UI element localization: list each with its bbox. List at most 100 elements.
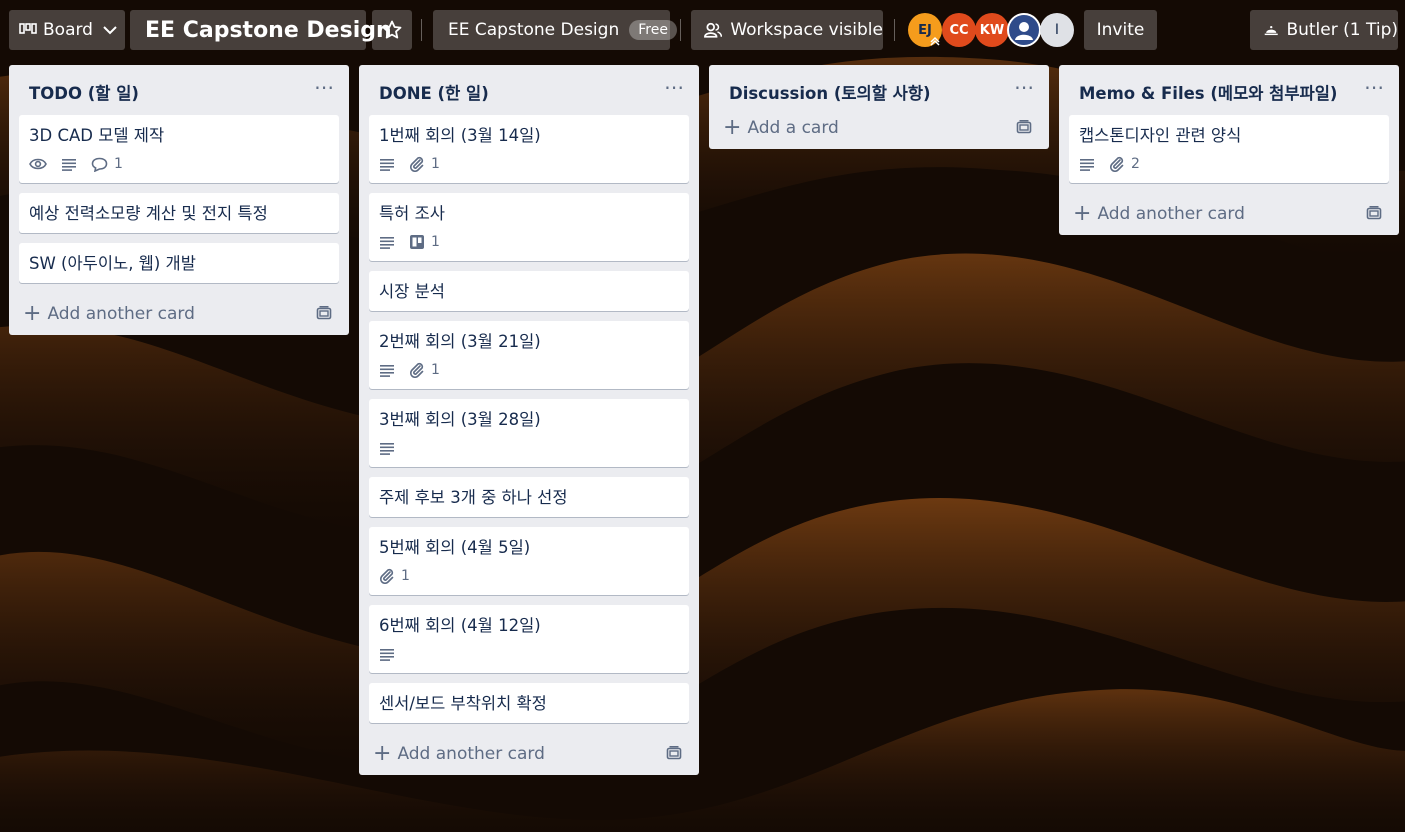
description-icon [379, 157, 395, 171]
more-icon[interactable]: ⋯ [314, 75, 335, 99]
list-title[interactable]: TODO (할 일) [29, 80, 139, 104]
card-badges: 2 [1079, 153, 1379, 175]
people-icon [704, 22, 723, 38]
card-badges: 1 [29, 153, 329, 175]
card-title: 센서/보드 부착위치 확정 [379, 694, 547, 713]
card[interactable]: 6번째 회의 (4월 12일) [369, 605, 689, 673]
invite-button[interactable]: Invite [1084, 10, 1157, 50]
card-title: 1번째 회의 (3월 14일) [379, 126, 541, 145]
card-badges: 1 [379, 565, 679, 587]
list: Memo & Files (메모와 첨부파일) ⋯ 캡스톤디자인 관련 양식 2 + Ad… [1059, 65, 1399, 235]
more-icon[interactable]: ⋯ [1014, 75, 1035, 99]
card[interactable]: 5번째 회의 (4월 5일) 1 [369, 527, 689, 595]
attachment-badge: 1 [409, 156, 440, 172]
list: DONE (한 일) ⋯ 1번째 회의 (3월 14일) 1 특허 조사 1 시장 분석 2번… [359, 65, 699, 775]
badge-count: 2 [1131, 156, 1140, 172]
badge-count: 1 [401, 568, 410, 584]
list-header[interactable]: TODO (할 일) ⋯ [9, 65, 349, 115]
star-icon [382, 20, 402, 39]
list-header[interactable]: DONE (한 일) ⋯ [359, 65, 699, 115]
trello-card-icon [409, 234, 425, 250]
add-card-button[interactable]: + Add another card [1059, 193, 1399, 235]
badge-count: 1 [431, 234, 440, 250]
add-card-button[interactable]: + Add a card [709, 107, 1049, 149]
card-template-icon[interactable] [665, 745, 683, 766]
list-title[interactable]: Discussion (토의할 사항) [729, 80, 931, 104]
member-avatar[interactable]: I [1040, 13, 1074, 47]
card[interactable]: 캡스톤디자인 관련 양식 2 [1069, 115, 1389, 183]
divider [421, 19, 422, 41]
member-avatar[interactable]: EJ [908, 13, 942, 47]
list: TODO (할 일) ⋯ 3D CAD 모델 제작 1 예상 전력소모량 계산 및 전지… [9, 65, 349, 335]
description-badge [1079, 157, 1095, 171]
board-title[interactable]: EE Capstone Design [130, 10, 392, 50]
badge-count: 1 [114, 156, 123, 172]
more-icon[interactable]: ⋯ [664, 75, 685, 99]
description-badge [379, 647, 395, 661]
description-icon [379, 647, 395, 661]
card[interactable]: 주제 후보 3개 중 하나 선정 [369, 477, 689, 517]
card[interactable]: 시장 분석 [369, 271, 689, 311]
board-view-label: Board [43, 20, 93, 40]
card-title: 시장 분석 [379, 282, 445, 301]
attachment-badge: 2 [1109, 156, 1140, 172]
badge-count: 1 [431, 362, 440, 378]
visibility-label: Workspace visible [730, 20, 883, 40]
card-title: 3D CAD 모델 제작 [29, 126, 165, 145]
divider [894, 19, 895, 41]
card-template-icon[interactable] [315, 305, 333, 326]
card-title: 5번째 회의 (4월 5일) [379, 538, 531, 557]
card-list: 1번째 회의 (3월 14일) 1 특허 조사 1 시장 분석 2번째 회의 (3월 21… [359, 115, 699, 723]
card[interactable]: 예상 전력소모량 계산 및 전지 특정 [19, 193, 339, 233]
card-template-icon[interactable] [1365, 205, 1383, 226]
list-title[interactable]: Memo & Files (메모와 첨부파일) [1079, 80, 1337, 104]
more-icon[interactable]: ⋯ [1364, 75, 1385, 99]
member-avatar[interactable]: KW [975, 13, 1009, 47]
workspace-button[interactable]: EE Capstone Design Free [433, 10, 677, 50]
card[interactable]: 1번째 회의 (3월 14일) 1 [369, 115, 689, 183]
visibility-button[interactable]: Workspace visible [691, 10, 883, 50]
attachment-icon [379, 568, 395, 584]
card[interactable]: 3번째 회의 (3월 28일) [369, 399, 689, 467]
board-view-switcher[interactable]: Board [9, 10, 125, 50]
card-title: 캡스톤디자인 관련 양식 [1079, 126, 1242, 145]
member-avatar[interactable]: CC [942, 13, 976, 47]
card-list: 캡스톤디자인 관련 양식 2 [1059, 115, 1399, 183]
card[interactable]: 특허 조사 1 [369, 193, 689, 261]
add-card-label: Add another card [397, 744, 545, 764]
description-icon [379, 235, 395, 249]
card-template-icon[interactable] [1015, 119, 1033, 140]
star-button[interactable] [372, 10, 412, 50]
card-badges [379, 643, 679, 665]
member-avatar[interactable] [1007, 13, 1041, 47]
attachment-badge: 1 [409, 362, 440, 378]
attachment-badge: 1 [379, 568, 410, 584]
add-card-label: Add a card [747, 118, 839, 138]
card[interactable]: 센서/보드 부착위치 확정 [369, 683, 689, 723]
card-badges [379, 437, 679, 459]
description-icon [1079, 157, 1095, 171]
card[interactable]: 2번째 회의 (3월 21일) 1 [369, 321, 689, 389]
add-card-button[interactable]: + Add another card [359, 733, 699, 775]
board-icon [19, 23, 37, 34]
list-title[interactable]: DONE (한 일) [379, 80, 489, 104]
add-card-button[interactable]: + Add another card [9, 293, 349, 335]
description-badge [379, 157, 395, 171]
list-header[interactable]: Memo & Files (메모와 첨부파일) ⋯ [1059, 65, 1399, 115]
plan-badge: Free [629, 20, 677, 40]
comment-badge: 1 [91, 156, 123, 172]
plus-icon: + [723, 115, 742, 140]
card[interactable]: SW (아두이노, 웹) 개발 [19, 243, 339, 283]
workspace-name: EE Capstone Design [448, 20, 620, 40]
description-badge [379, 235, 395, 249]
description-badge [379, 363, 395, 377]
add-card-label: Add another card [1097, 204, 1245, 224]
card[interactable]: 3D CAD 모델 제작 1 [19, 115, 339, 183]
admin-chevron-icon [930, 36, 940, 46]
attachment-icon [409, 362, 425, 378]
chevron-down-icon [103, 26, 117, 35]
butler-button[interactable]: Butler (1 Tip) [1250, 10, 1398, 50]
user-icon [1015, 22, 1033, 40]
bell-icon [1264, 25, 1278, 36]
card-title: 6번째 회의 (4월 12일) [379, 616, 541, 635]
